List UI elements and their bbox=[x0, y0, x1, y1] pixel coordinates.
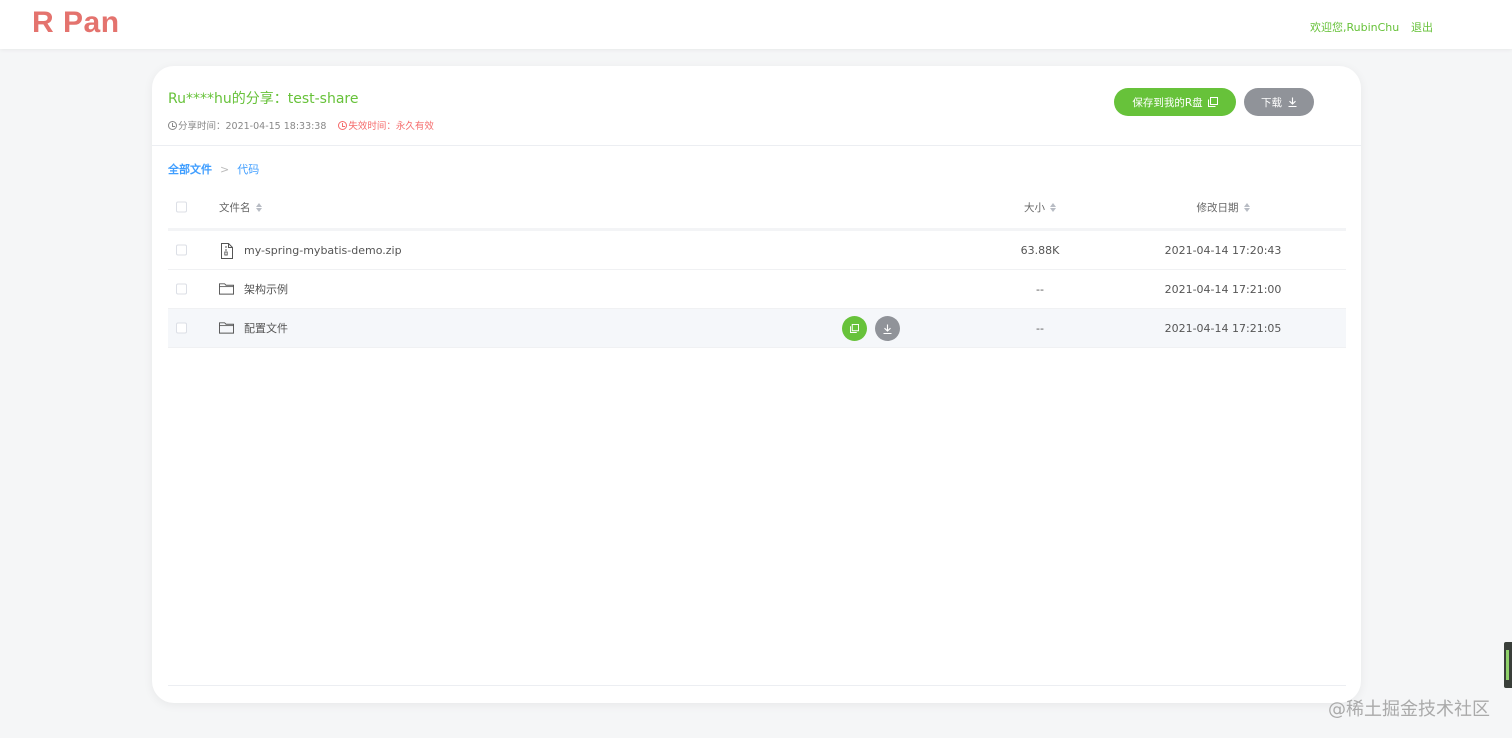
breadcrumb: 全部文件 > 代码 bbox=[168, 161, 259, 177]
expire-time: 失效时间：永久有效 bbox=[348, 121, 434, 132]
copy-icon bbox=[1207, 97, 1218, 107]
welcome-text: 欢迎您,RubinChu bbox=[1310, 21, 1400, 34]
file-name-cell: 配置文件 bbox=[219, 309, 288, 347]
table-row[interactable]: my-spring-mybatis-demo.zip 63.88K 2021-0… bbox=[168, 231, 1346, 270]
file-name[interactable]: 架构示例 bbox=[244, 281, 288, 297]
size-header-label: 大小 bbox=[1024, 201, 1045, 214]
zip-file-icon bbox=[219, 242, 234, 259]
clock-icon bbox=[168, 120, 177, 130]
row-download-button[interactable] bbox=[875, 316, 900, 341]
top-bar: R Pan 欢迎您,RubinChu 退出 bbox=[0, 0, 1512, 49]
size-column-header[interactable]: 大小 bbox=[988, 186, 1092, 228]
download-button[interactable]: 下载 bbox=[1244, 88, 1314, 116]
file-table: 文件名 大小 修改日期 my-spring-mybatis-demo.zip 6… bbox=[168, 186, 1346, 348]
watermark: @稀土掘金技术社区 bbox=[1328, 699, 1490, 720]
row-checkbox[interactable] bbox=[176, 283, 187, 295]
logout-link[interactable]: 退出 bbox=[1411, 19, 1433, 35]
share-time: 分享时间：2021-04-15 18:33:38 bbox=[178, 121, 327, 132]
file-name-cell: 架构示例 bbox=[219, 270, 288, 308]
folder-icon bbox=[219, 282, 234, 297]
sort-icon[interactable] bbox=[1050, 202, 1056, 212]
expire-info: 失效时间：永久有效 bbox=[338, 118, 434, 132]
header-divider bbox=[152, 145, 1361, 146]
name-header-label: 文件名 bbox=[219, 201, 251, 214]
date-header-label: 修改日期 bbox=[1196, 201, 1239, 214]
side-widget-handle[interactable] bbox=[1504, 642, 1512, 688]
file-name[interactable]: my-spring-mybatis-demo.zip bbox=[244, 244, 402, 257]
name-column-header[interactable]: 文件名 bbox=[219, 186, 262, 228]
share-card: Ru****hu的分享：test-share 分享时间：2021-04-15 1… bbox=[152, 66, 1361, 703]
save-button-label: 保存到我的R盘 bbox=[1132, 96, 1203, 109]
folder-icon bbox=[219, 321, 234, 336]
share-title: Ru****hu的分享：test-share bbox=[168, 91, 359, 107]
file-size: -- bbox=[1036, 282, 1044, 296]
download-icon bbox=[883, 324, 892, 334]
file-size: 63.88K bbox=[1020, 243, 1060, 257]
table-header: 文件名 大小 修改日期 bbox=[168, 186, 1346, 231]
file-date: 2021-04-14 17:21:00 bbox=[1164, 282, 1282, 296]
select-all-checkbox[interactable] bbox=[176, 201, 187, 213]
sort-icon[interactable] bbox=[255, 202, 262, 212]
file-date: 2021-04-14 17:21:05 bbox=[1164, 321, 1282, 335]
date-column-header[interactable]: 修改日期 bbox=[1143, 186, 1303, 228]
table-row[interactable]: 配置文件 -- 2021-04-14 17:21:05 bbox=[168, 309, 1346, 348]
table-row[interactable]: 架构示例 -- 2021-04-14 17:21:00 bbox=[168, 270, 1346, 309]
row-checkbox[interactable] bbox=[176, 322, 187, 334]
row-save-button[interactable] bbox=[842, 316, 867, 341]
file-name-cell: my-spring-mybatis-demo.zip bbox=[219, 231, 402, 269]
clock-icon bbox=[338, 120, 348, 130]
breadcrumb-current[interactable]: 代码 bbox=[237, 161, 259, 177]
breadcrumb-root[interactable]: 全部文件 bbox=[168, 161, 212, 177]
sort-icon[interactable] bbox=[1243, 202, 1250, 212]
row-checkbox[interactable] bbox=[176, 244, 187, 256]
save-to-drive-button[interactable]: 保存到我的R盘 bbox=[1114, 88, 1236, 116]
file-date: 2021-04-14 17:20:43 bbox=[1164, 243, 1282, 257]
chevron-right-icon: > bbox=[220, 162, 230, 176]
copy-icon bbox=[850, 324, 859, 333]
logo[interactable]: R Pan bbox=[32, 6, 120, 40]
share-meta: 分享时间：2021-04-15 18:33:38 失效时间：永久有效 bbox=[168, 118, 434, 132]
download-button-label: 下载 bbox=[1261, 96, 1282, 109]
table-bottom-border bbox=[168, 685, 1346, 686]
download-icon bbox=[1288, 97, 1297, 107]
file-name[interactable]: 配置文件 bbox=[244, 320, 288, 336]
file-size: -- bbox=[1036, 321, 1044, 335]
